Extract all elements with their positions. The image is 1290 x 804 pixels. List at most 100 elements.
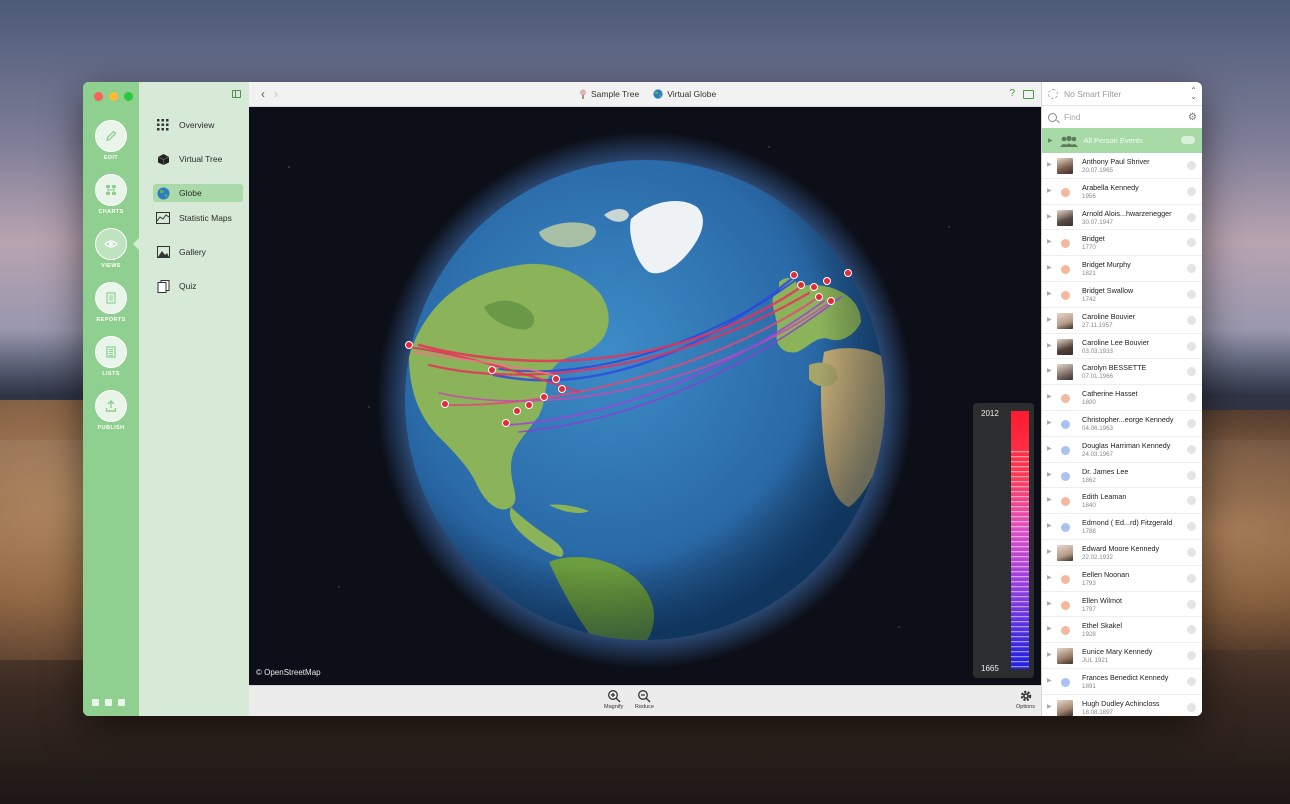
row-toggle-icon[interactable] [1187, 573, 1196, 583]
disclosure-triangle-icon[interactable]: ▶ [1047, 316, 1052, 323]
person-row[interactable]: ▶ Ellen Wilmot 1797 [1042, 592, 1202, 618]
sidebar-item-globe[interactable]: Globe [153, 184, 243, 202]
pin-marker[interactable] [488, 366, 496, 374]
search-input[interactable]: Find [1064, 112, 1081, 122]
person-row[interactable]: ▶ Eellen Noonan 1793 [1042, 566, 1202, 592]
row-toggle-icon[interactable] [1187, 315, 1196, 325]
person-row[interactable]: ▶ Frances Benedict Kennedy 1891 [1042, 669, 1202, 695]
disclosure-triangle-icon[interactable]: ▶ [1047, 213, 1052, 220]
row-toggle-icon[interactable] [1187, 676, 1196, 686]
minimize-button[interactable] [109, 92, 118, 101]
row-toggle-icon[interactable] [1187, 470, 1196, 480]
person-row[interactable]: ▶ Arabella Kennedy 1956 [1042, 179, 1202, 205]
row-toggle-icon[interactable] [1187, 547, 1196, 557]
person-row[interactable]: ▶ Edmond ( Ed...rd) Fitzgerald 1788 [1042, 514, 1202, 540]
disclosure-triangle-icon[interactable]: ▶ [1047, 393, 1052, 400]
row-toggle-icon[interactable] [1187, 496, 1196, 506]
magnify-button[interactable]: Magnify [604, 689, 623, 710]
person-row[interactable]: ▶ Dr. James Lee 1862 [1042, 463, 1202, 489]
options-button[interactable]: Options [1016, 689, 1035, 710]
row-toggle-icon[interactable] [1187, 625, 1196, 635]
pin-marker[interactable] [815, 293, 823, 301]
person-row[interactable]: ▶ Edward Moore Kennedy 22.02.1932 [1042, 540, 1202, 566]
search-settings-icon[interactable]: ⚙ [1188, 112, 1197, 123]
help-button[interactable]: ? [1009, 88, 1015, 99]
rail-lists[interactable]: LISTS [83, 336, 139, 377]
sidebar-item-overview[interactable]: Overview [153, 116, 243, 134]
disclosure-triangle-icon[interactable]: ▶ [1047, 548, 1052, 555]
pin-marker[interactable] [513, 407, 521, 415]
sidebar-toggle-icon[interactable] [232, 90, 241, 98]
person-row[interactable]: ▶ Eunice Mary Kennedy JUL 1921 [1042, 643, 1202, 669]
row-toggle-icon[interactable] [1187, 522, 1196, 532]
pin-marker[interactable] [405, 341, 413, 349]
person-row[interactable]: ▶ Bridget 1770 [1042, 230, 1202, 257]
pin-marker[interactable] [844, 269, 852, 277]
disclosure-triangle-icon[interactable]: ▶ [1047, 264, 1052, 271]
disclosure-triangle-icon[interactable]: ▶ [1047, 651, 1052, 658]
disclosure-triangle-icon[interactable]: ▶ [1047, 496, 1052, 503]
rail-publish[interactable]: PUBLISH [83, 390, 139, 431]
person-row[interactable]: ▶ Bridget Murphy 1821 [1042, 256, 1202, 282]
disclosure-triangle-icon[interactable]: ▶ [1047, 419, 1052, 426]
sidebar-item-quiz[interactable]: Quiz [153, 277, 243, 295]
person-row[interactable]: ▶ Caroline Bouvier 27.11.1957 [1042, 308, 1202, 334]
pin-marker[interactable] [810, 283, 818, 291]
bookmark-icon[interactable] [105, 699, 112, 706]
person-row[interactable]: ▶ Edith Leaman 1840 [1042, 488, 1202, 515]
disclosure-triangle-icon[interactable]: ▶ [1047, 471, 1052, 478]
smart-filter-select[interactable]: No Smart Filter ⌃ ⌄ [1042, 82, 1202, 106]
pin-marker[interactable] [827, 297, 835, 305]
person-row[interactable]: ▶ Caroline Lee Bouvier 03.03.1933 [1042, 334, 1202, 360]
disclosure-triangle-icon[interactable]: ▶ [1048, 137, 1053, 144]
pin-marker[interactable] [558, 385, 566, 393]
pin-marker[interactable] [540, 393, 548, 401]
row-toggle-icon[interactable] [1187, 444, 1196, 454]
row-toggle-icon[interactable] [1187, 367, 1196, 377]
person-row[interactable]: ▶ Carolyn BESSETTE 07.01.1966 [1042, 359, 1202, 386]
disclosure-triangle-icon[interactable]: ▶ [1047, 625, 1052, 632]
row-toggle-icon[interactable] [1187, 702, 1196, 712]
row-toggle-icon[interactable] [1187, 161, 1196, 170]
row-toggle-icon[interactable] [1187, 212, 1196, 222]
disclosure-triangle-icon[interactable]: ▶ [1047, 522, 1052, 529]
disclosure-triangle-icon[interactable]: ▶ [1047, 367, 1052, 374]
disclosure-triangle-icon[interactable]: ▶ [1047, 161, 1052, 168]
disclosure-triangle-icon[interactable]: ▶ [1047, 445, 1052, 452]
sidebar-item-virtual-tree[interactable]: Virtual Tree [153, 150, 243, 168]
disclosure-triangle-icon[interactable]: ▶ [1047, 600, 1052, 607]
row-toggle-icon[interactable] [1187, 238, 1196, 248]
row-toggle-icon[interactable] [1187, 186, 1196, 196]
person-row[interactable]: ▶ Bridget Swallow 1742 [1042, 282, 1202, 308]
pin-marker[interactable] [797, 281, 805, 289]
sidebar-item-gallery[interactable]: Gallery [153, 243, 243, 261]
reduce-button[interactable]: Reduce [635, 689, 654, 710]
share-icon[interactable] [118, 699, 125, 706]
all-person-events-row[interactable]: ▶ All Person Events [1042, 128, 1202, 153]
person-row[interactable]: ▶ Christopher...eorge Kennedy 04.06.1963 [1042, 411, 1202, 437]
row-toggle-icon[interactable] [1187, 393, 1196, 403]
rail-edit[interactable]: EDIT [83, 120, 139, 161]
person-row[interactable]: ▶ Douglas Harriman Kennedy 24.03.1967 [1042, 437, 1202, 463]
rail-reports[interactable]: REPORTS [83, 282, 139, 323]
pin-marker[interactable] [502, 419, 510, 427]
person-row[interactable]: ▶ Anthony Paul Shriver 20.07.1965 [1042, 153, 1202, 179]
forward-button[interactable]: › [274, 87, 278, 101]
all-events-toggle[interactable] [1181, 136, 1195, 144]
disclosure-triangle-icon[interactable]: ▶ [1047, 187, 1052, 194]
row-toggle-icon[interactable] [1187, 651, 1196, 661]
zoom-button[interactable] [124, 92, 133, 101]
disclosure-triangle-icon[interactable]: ▶ [1047, 342, 1052, 349]
disclosure-triangle-icon[interactable]: ▶ [1047, 290, 1052, 297]
row-toggle-icon[interactable] [1187, 599, 1196, 609]
pin-marker[interactable] [441, 400, 449, 408]
pin-marker[interactable] [525, 401, 533, 409]
rail-views[interactable]: VIEWS [83, 228, 140, 269]
title-tree[interactable]: Sample Tree [579, 89, 639, 99]
row-toggle-icon[interactable] [1187, 289, 1196, 299]
disclosure-triangle-icon[interactable]: ▶ [1047, 677, 1052, 684]
person-row[interactable]: ▶ Catherine Hasset 1800 [1042, 385, 1202, 411]
search-field[interactable]: Find ⚙ [1042, 107, 1202, 127]
fullscreen-icon[interactable] [1023, 90, 1034, 99]
close-button[interactable] [94, 92, 103, 101]
